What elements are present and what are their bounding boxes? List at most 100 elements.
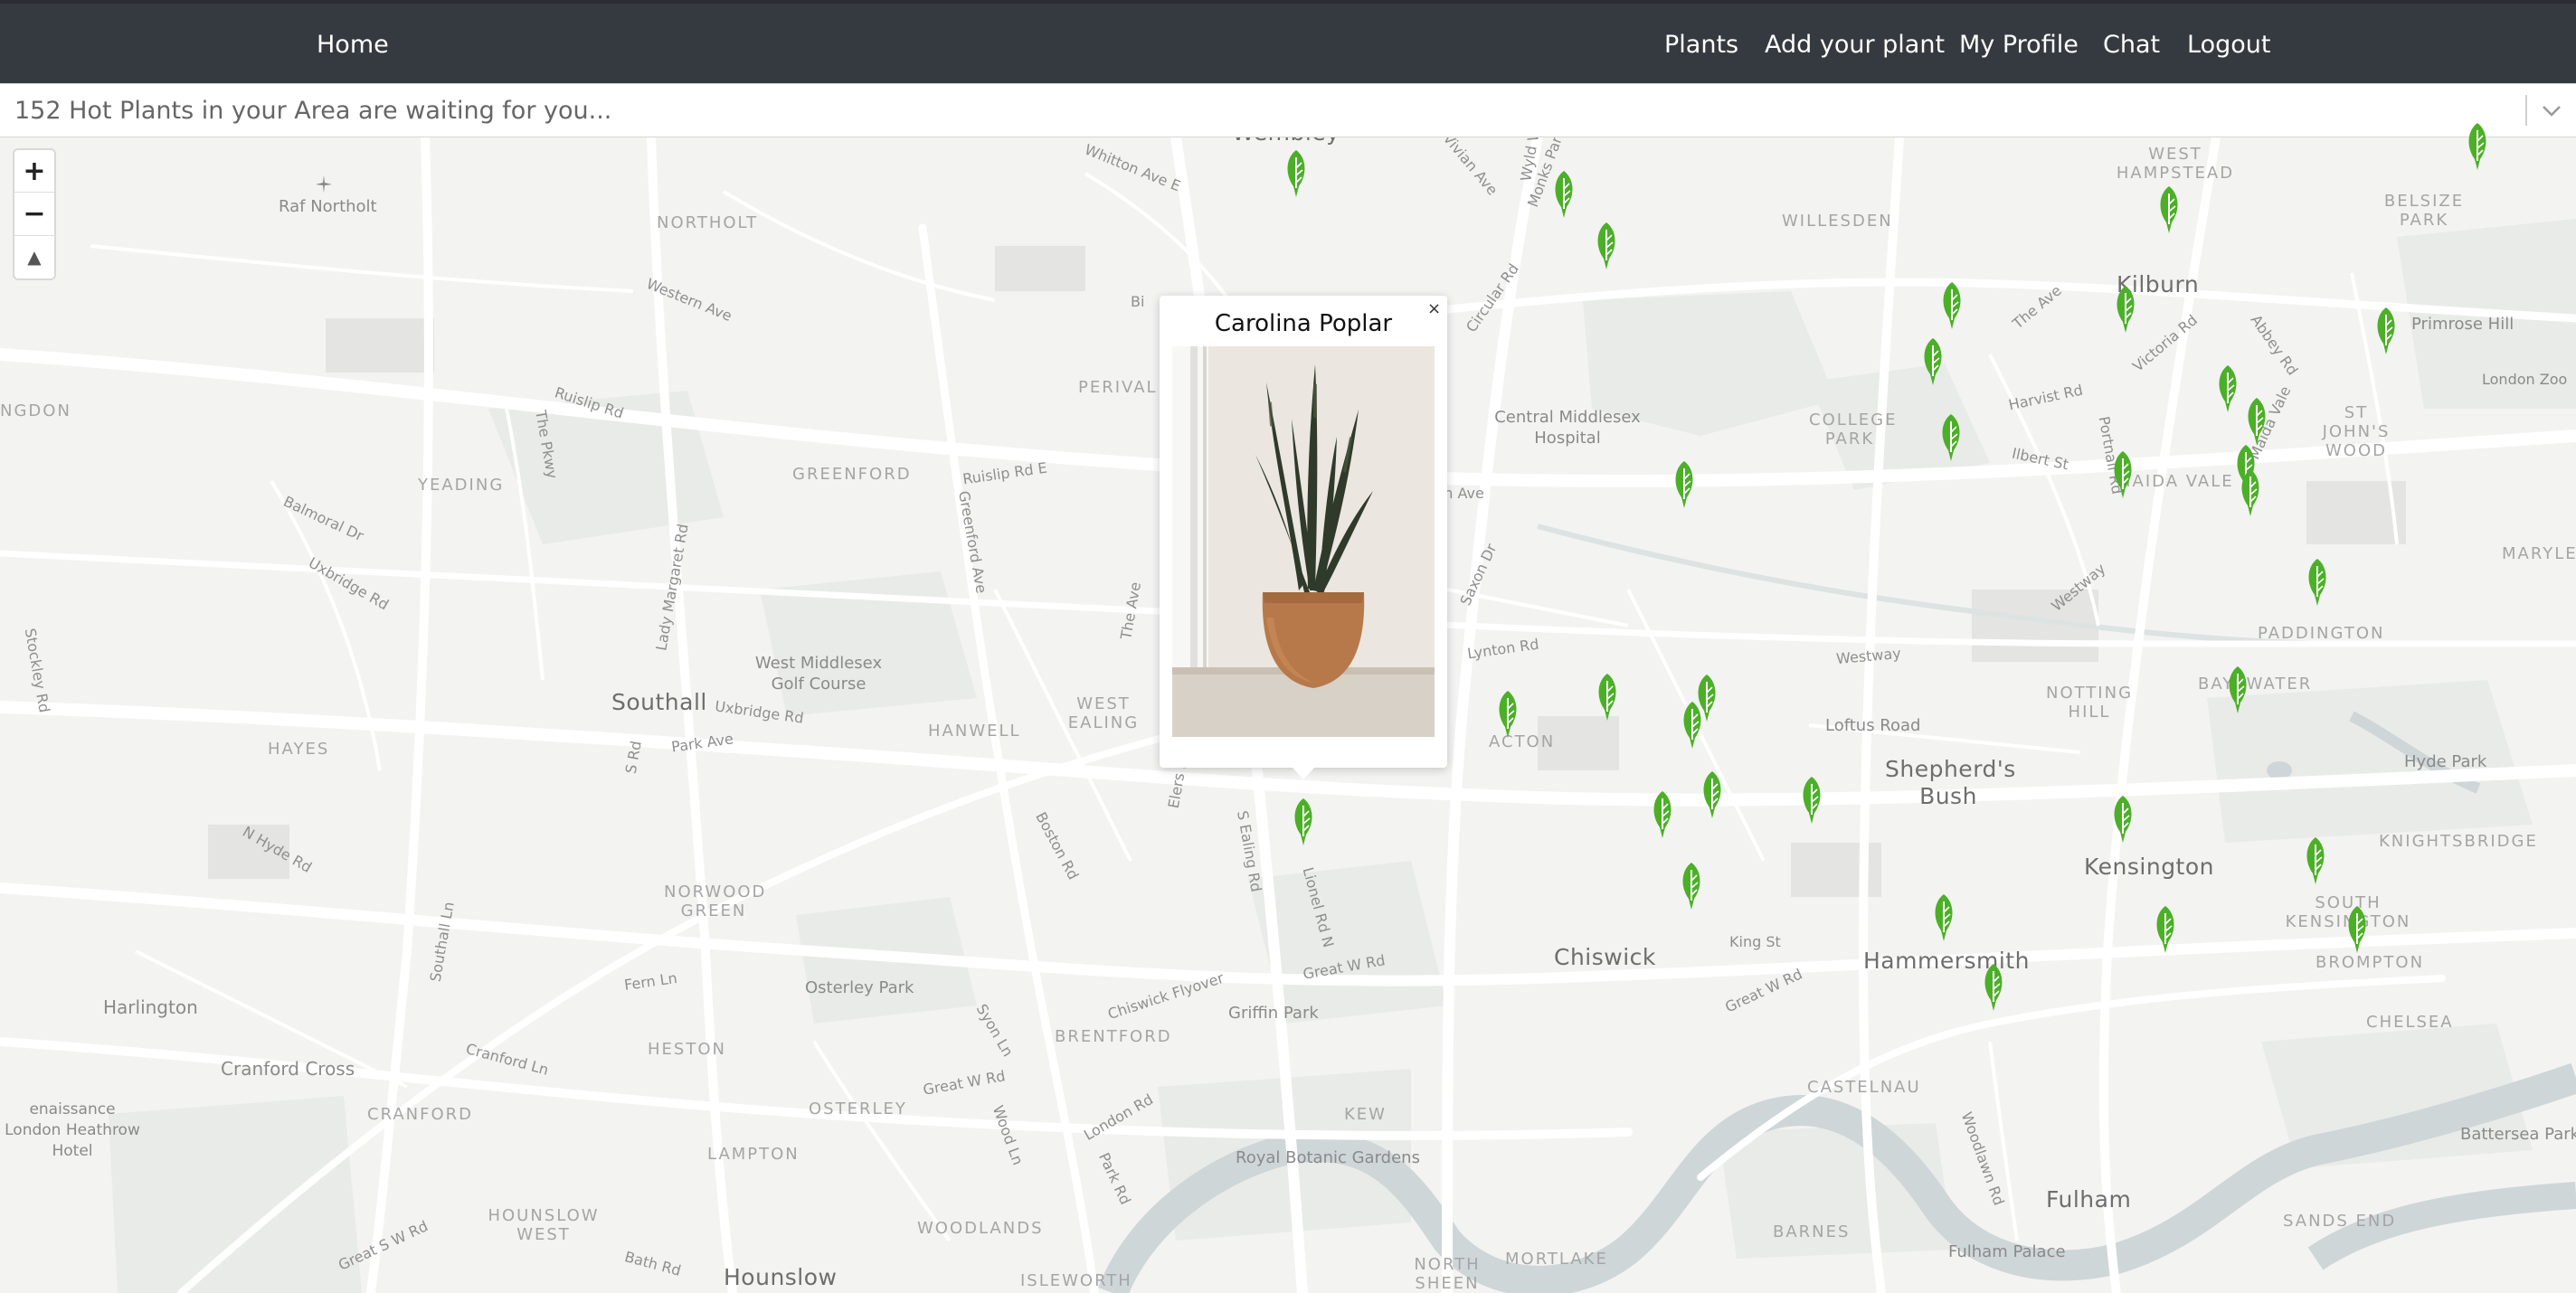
leaf-marker-icon[interactable] [2304, 557, 2331, 608]
leaf-marker-icon[interactable] [2224, 665, 2251, 715]
map-label-area: LAMPTON [707, 1145, 800, 1164]
leaf-marker-icon[interactable] [1798, 775, 1825, 826]
map-label-area: CRANFORD [367, 1105, 474, 1124]
leaf-marker-icon[interactable] [2464, 121, 2491, 172]
map-label-area: ISLEWORTH [1020, 1271, 1132, 1290]
leaf-marker-icon[interactable] [1550, 169, 1577, 220]
map-label-poi: Primrose Hill [2411, 315, 2514, 334]
map-label-area: NORTH SHEEN [1414, 1255, 1481, 1293]
map-label-poi: Loftus Road [1825, 716, 1921, 735]
map-label-area: HANWELL [928, 722, 1021, 741]
map-label-road: King St [1729, 933, 1781, 950]
map-label-town: Kensington [2084, 854, 2215, 880]
leaf-marker-icon[interactable] [2155, 184, 2183, 235]
map-label-area: CHELSEA [2366, 1013, 2454, 1032]
zoom-out-button[interactable]: − [14, 193, 54, 234]
search-divider [2525, 95, 2527, 126]
leaf-marker-icon[interactable] [1494, 689, 1521, 740]
leaf-marker-icon[interactable] [1937, 412, 1965, 463]
nav-chat-link[interactable]: Chat [2103, 31, 2160, 59]
map-label-area: PADDINGTON [2258, 624, 2385, 643]
map-label-area: WEST HAMPSTEAD [2116, 145, 2235, 183]
leaf-marker-icon[interactable] [1678, 861, 1705, 911]
leaf-marker-icon[interactable] [2112, 284, 2139, 335]
map-label-area: BROMPTON [2316, 953, 2425, 972]
zoom-in-button[interactable]: + [14, 150, 54, 192]
plant-search-input[interactable] [0, 84, 2524, 137]
map-label-area: WOODLANDS [917, 1219, 1044, 1238]
leaf-marker-icon[interactable] [2109, 794, 2136, 845]
map-label-town: Wembley [1232, 137, 1340, 146]
map-label-area: BELSIZE PARK [2383, 192, 2465, 230]
airport-icon [316, 175, 332, 193]
map-label-area: COLLEGE PARK [1809, 411, 1898, 448]
map-label-town: Southall [611, 689, 707, 715]
leaf-marker-icon[interactable] [2344, 904, 2371, 955]
leaf-marker-icon[interactable] [1980, 962, 2007, 1013]
map-label-town: Chiswick [1554, 944, 1656, 970]
leaf-marker-icon[interactable] [2214, 363, 2241, 414]
map-label-poi: Battersea Park [2460, 1125, 2576, 1144]
map-label-area: WILLESDEN [1782, 212, 1893, 231]
map-label-poi: Cranford Cross [221, 1058, 355, 1080]
map-label-poi: Osterley Park [805, 978, 914, 997]
map-label-poi: Griffin Park [1228, 1004, 1319, 1023]
popup-tip [1290, 765, 1317, 779]
leaf-marker-icon[interactable] [1593, 221, 1620, 271]
leaf-marker-icon[interactable] [1930, 892, 1957, 943]
map-label-poi: Raf Northolt [279, 197, 377, 216]
plant-search-bar [0, 83, 2576, 137]
map-label-area: CASTELNAU [1807, 1078, 1921, 1097]
leaf-marker-icon[interactable] [1594, 672, 1621, 722]
leaf-marker-icon[interactable] [2237, 467, 2264, 518]
leaf-marker-icon[interactable] [1699, 769, 1726, 820]
nav-plants-link[interactable]: Plants [1664, 31, 1738, 59]
map-label-poi: Royal Botanic Gardens [1236, 1148, 1420, 1167]
map-label-area: SANDS END [2283, 1212, 2397, 1231]
zoom-control: + − ▲ [13, 148, 56, 280]
map-label-poi: London Zoo [2482, 371, 2568, 388]
map-label-area: GREENFORD [792, 465, 912, 484]
leaf-marker-icon[interactable] [1649, 789, 1676, 840]
leaf-marker-icon[interactable] [1290, 797, 1317, 847]
leaf-marker-icon[interactable] [2109, 449, 2136, 500]
leaf-marker-icon[interactable] [1283, 148, 1310, 199]
map-label-area: KNIGHTSBRIDGE [2379, 832, 2538, 851]
leaf-marker-icon[interactable] [1679, 700, 1706, 750]
map-label-area: HAYES [268, 740, 330, 759]
map-label-poi: enaissance London Heathrow Hotel [5, 1100, 140, 1160]
map-label-town: Hounslow [724, 1264, 838, 1290]
map-label-area: PERIVAL [1078, 378, 1158, 397]
leaf-marker-icon[interactable] [1938, 280, 1965, 331]
compass-north-button[interactable]: ▲ [14, 236, 54, 278]
map-label-area: MARYLEB [2502, 544, 2576, 563]
map-label-area: HOUNSLOW WEST [488, 1206, 600, 1244]
leaf-marker-icon[interactable] [2152, 904, 2179, 955]
map-label-area: KEW [1344, 1105, 1387, 1124]
map-label-town: Fulham [2046, 1186, 2132, 1213]
nav-logout-link[interactable]: Logout [2187, 31, 2270, 59]
popup-plant-title: Carolina Poplar [1214, 310, 1393, 337]
plant-photo [1172, 346, 1435, 737]
leaf-marker-icon[interactable] [2372, 306, 2400, 356]
leaf-marker-icon[interactable] [2243, 396, 2270, 447]
nav-my-profile-link[interactable]: My Profile [1959, 31, 2079, 59]
map-label-town: Shepherd's Bush [1885, 756, 2016, 809]
chevron-down-icon[interactable] [2538, 99, 2565, 122]
leaf-marker-icon[interactable] [2302, 835, 2329, 886]
map-label-area: HESTON [648, 1040, 726, 1059]
leaf-marker-icon[interactable] [1919, 336, 1946, 387]
leaf-marker-icon[interactable] [1671, 459, 1698, 510]
map-label-area: ST JOHN'S WOOD [2322, 403, 2391, 460]
map-label-road: Bi [1131, 293, 1145, 310]
nav-home-link[interactable]: Home [317, 31, 389, 59]
map-label-area: NORWOOD GREEN [664, 882, 767, 920]
map-label-poi: West Middlesex Golf Course [754, 654, 883, 694]
map-label-area: MORTLAKE [1505, 1250, 1608, 1269]
map-label-poi: Fulham Palace [1948, 1242, 2066, 1261]
map-label-area: YEADING [418, 476, 505, 495]
nav-add-plant-link[interactable]: Add your plant [1765, 31, 1945, 59]
map-label-area: OSTERLEY [809, 1100, 907, 1118]
map-label-poi: Central Middlesex Hospital [1494, 408, 1641, 448]
map-label-area: BAYSWATER [2198, 675, 2313, 694]
